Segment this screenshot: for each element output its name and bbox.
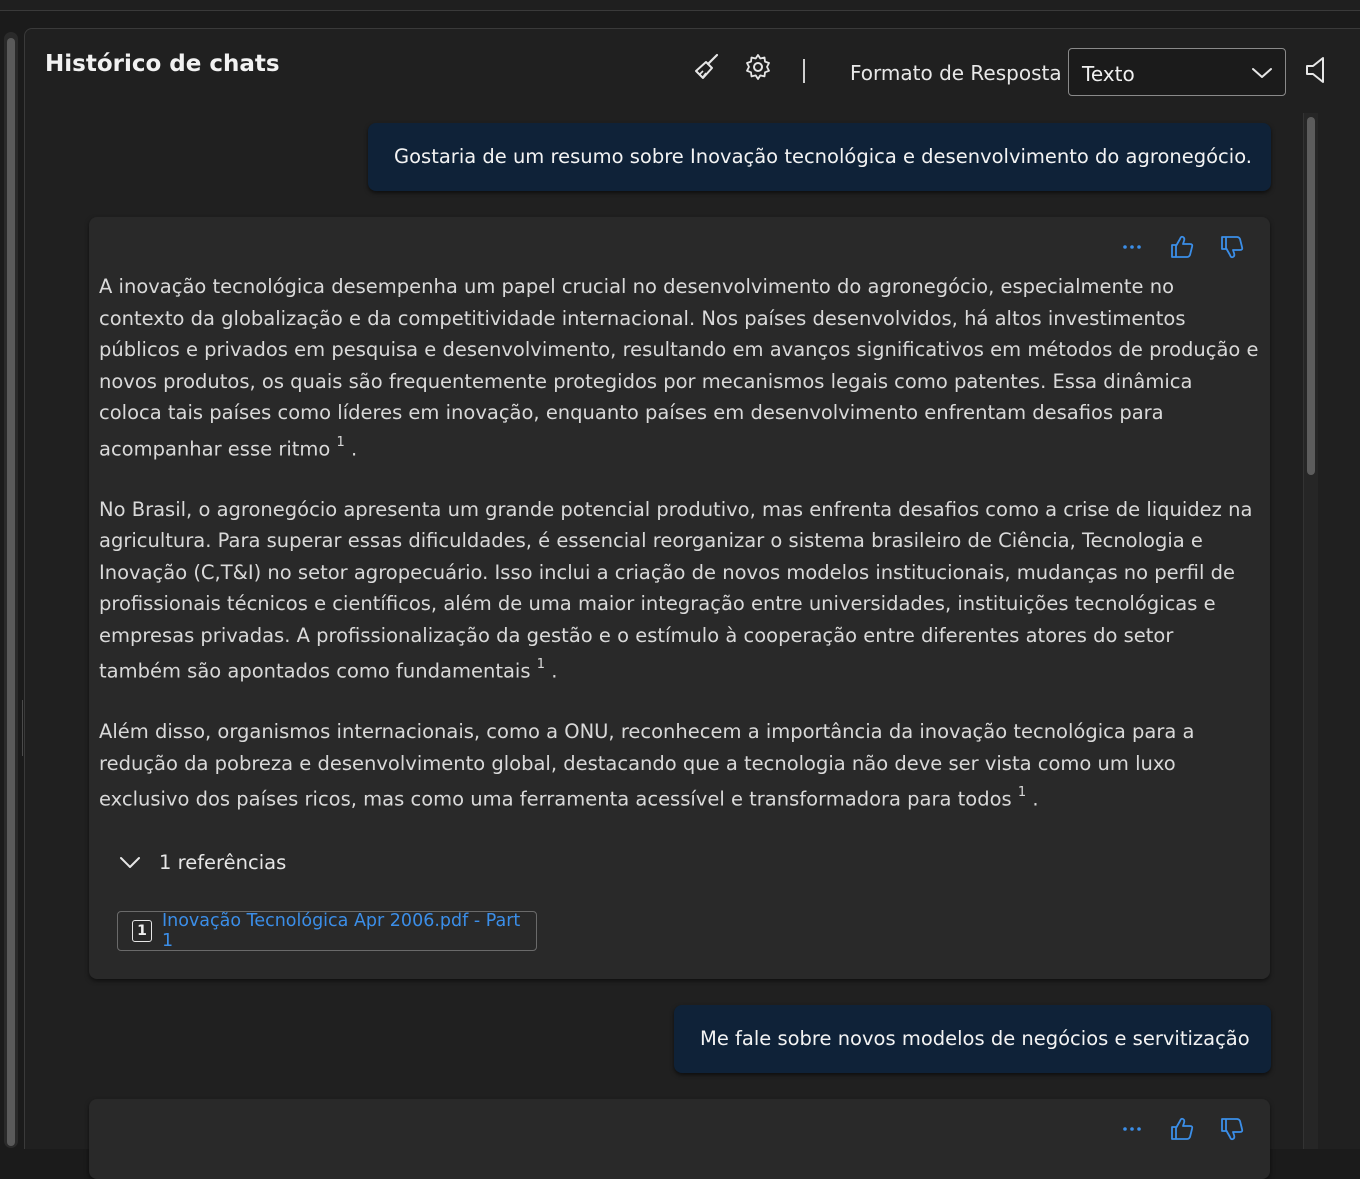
broom-icon[interactable] (691, 51, 723, 83)
assistant-message-card (89, 1099, 1270, 1179)
outer-scrollbar[interactable] (4, 32, 18, 1148)
user-message: Me fale sobre novos modelos de negócios … (674, 1005, 1271, 1073)
more-icon (1123, 1127, 1141, 1131)
dislike-button[interactable] (1216, 231, 1248, 263)
chat-history-panel: Histórico de chats Formato de Resposta T… (24, 28, 1360, 1179)
citation-marker[interactable]: 1 (537, 657, 545, 672)
reference-title[interactable]: Inovação Tecnológica Apr 2006.pdf - Part… (162, 911, 536, 951)
paragraph-text: A inovação tecnológica desempenha um pap… (99, 275, 1259, 460)
assistant-message-card: A inovação tecnológica desempenha um pap… (89, 217, 1270, 979)
dislike-button[interactable] (1216, 1113, 1248, 1145)
citation-marker[interactable]: 1 (337, 435, 345, 450)
chevron-down-icon (1252, 68, 1272, 78)
references-label: 1 referências (159, 851, 287, 874)
reference-number: 1 (132, 920, 152, 942)
response-format-label: Formato de Resposta (850, 61, 1062, 85)
assistant-answer: A inovação tecnológica desempenha um pap… (99, 271, 1261, 844)
chat-scrollbar[interactable] (1303, 113, 1318, 1149)
thumbs-up-icon (1171, 1117, 1194, 1140)
answer-paragraph: No Brasil, o agronegócio apresenta um gr… (99, 494, 1261, 688)
message-actions (1116, 231, 1248, 263)
chat-scrollbar-thumb[interactable] (1307, 117, 1315, 475)
gear-icon[interactable] (742, 51, 774, 83)
outer-scrollbar-thumb[interactable] (7, 38, 15, 1146)
panel-title: Histórico de chats (45, 51, 280, 77)
user-message-text: Me fale sobre novos modelos de negócios … (700, 1027, 1250, 1050)
toolbar-separator (803, 59, 805, 83)
like-button[interactable] (1166, 1113, 1198, 1145)
paragraph-end: . (351, 437, 358, 460)
more-options-button[interactable] (1116, 231, 1148, 263)
window-top-strip (0, 0, 1360, 11)
thumbs-down-icon (1221, 236, 1244, 259)
paragraph-end: . (551, 659, 558, 683)
paragraph-end: . (1032, 787, 1039, 811)
user-message-text: Gostaria de um resumo sobre Inovação tec… (394, 145, 1252, 168)
paragraph-text: No Brasil, o agronegócio apresenta um gr… (99, 497, 1253, 683)
more-options-button[interactable] (1116, 1113, 1148, 1145)
like-button[interactable] (1166, 231, 1198, 263)
reference-link[interactable]: 1 Inovação Tecnológica Apr 2006.pdf - Pa… (117, 911, 537, 951)
answer-paragraph: Além disso, organismos internacionais, c… (99, 716, 1261, 815)
citation-marker[interactable]: 1 (1018, 785, 1026, 800)
answer-paragraph: A inovação tecnológica desempenha um pap… (99, 271, 1261, 465)
user-message: Gostaria de um resumo sobre Inovação tec… (368, 123, 1271, 191)
thumbs-up-icon (1171, 235, 1194, 258)
chevron-down-icon (120, 856, 140, 868)
references-toggle[interactable]: 1 referências (119, 851, 286, 874)
response-format-value: Texto (1082, 62, 1135, 86)
speaker-icon[interactable] (1303, 55, 1331, 85)
thumbs-down-icon (1221, 1118, 1244, 1141)
message-actions (1116, 1113, 1248, 1145)
paragraph-text: Além disso, organismos internacionais, c… (99, 720, 1195, 811)
response-format-select[interactable]: Texto (1068, 48, 1286, 96)
more-icon (1123, 245, 1141, 249)
